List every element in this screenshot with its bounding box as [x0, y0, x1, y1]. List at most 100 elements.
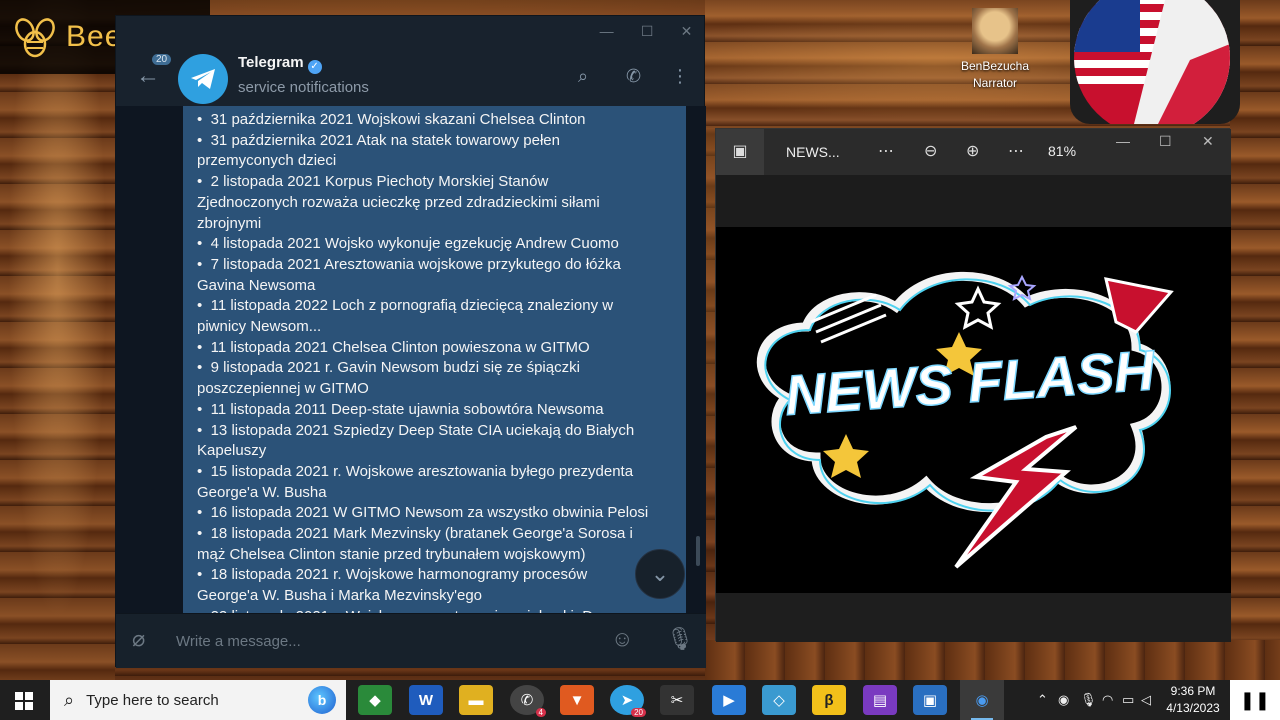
taskbar-snipping-icon[interactable]: ✂ [660, 685, 694, 715]
taskbar-clock[interactable]: 9:36 PM 4/13/2023 [1160, 683, 1226, 717]
news-flash-graphic: NEWS FLASH [756, 271, 1174, 569]
maximize-icon[interactable]: ☐ [1159, 133, 1172, 150]
zoom-out-icon[interactable]: ⊖ [924, 141, 937, 161]
telegram-plane-icon [191, 69, 215, 89]
search-placeholder: Type here to search [86, 691, 219, 709]
verified-icon: ✓ [307, 60, 322, 74]
microphone-icon[interactable]: 🎙 [666, 626, 694, 652]
taskbar: ⌕ Type here to search b ◆ W ▬ ✆ 4 ▼ ➤ 20 ✂… [0, 680, 1280, 720]
taskbar-app-green-icon[interactable]: ◆ [358, 685, 392, 715]
chat-scrollbar[interactable] [696, 536, 700, 566]
attach-icon[interactable]: ⌀ [132, 626, 145, 652]
phone-icon[interactable]: ✆ [626, 66, 641, 87]
chat-area[interactable]: • 31 października 2021 Wojskowi skazani … [116, 106, 706, 613]
minimize-icon[interactable]: — [600, 23, 614, 39]
more-options-icon[interactable]: ⋯ [1008, 141, 1024, 161]
display-icon[interactable]: ▭ [1122, 692, 1134, 708]
desktop-icon-narrator[interactable]: BenBezucha Narrator [952, 8, 1038, 92]
message-line: Kapeluszy [197, 442, 267, 460]
photos-app-icon[interactable]: ▣ [716, 129, 764, 175]
microphone-icon[interactable]: 🎙 [1080, 692, 1097, 708]
taskbar-recorder-icon[interactable]: ◉ [960, 680, 1004, 720]
message-line: przemyconych dzieci [197, 152, 337, 170]
message-line: • 31 października 2021 Wojskowi skazani … [197, 111, 586, 128]
taskbar-file-explorer-icon[interactable]: ▬ [459, 685, 493, 715]
show-hidden-icons[interactable]: ⌃ [1037, 692, 1048, 708]
taskbar-search-box[interactable]: ⌕ Type here to search b [50, 680, 346, 720]
search-icon: ⌕ [64, 689, 75, 710]
photos-toolbar: ▣ NEWS... ⋯ ⊖ ⊕ ⋯ 81% — ☐ ✕ [716, 129, 1231, 175]
record-circle-icon: ◉ [975, 692, 989, 709]
message-line: Gavina Newsoma [197, 276, 316, 294]
chevron-down-icon: ⌄ [650, 561, 670, 586]
flag-circle-icon [1074, 0, 1230, 136]
more-horizontal-icon[interactable]: ⋯ [878, 141, 894, 161]
desktop-wallpaper-bottom [705, 640, 1280, 680]
message-line: • 18 listopada 2021 r. Wojskowe harmonog… [197, 566, 588, 584]
message-line: • 18 listopada 2021 Mark Mezvinsky (brat… [197, 525, 633, 543]
chat-header: ← 20 Telegram ✓ service notifications ⌕ ✆… [116, 46, 706, 106]
maximize-icon[interactable]: ☐ [641, 23, 654, 40]
message-input[interactable] [176, 628, 596, 654]
message-line: • 13 listopada 2021 Szpiedzy Deep State … [197, 421, 635, 439]
tray-app-icon[interactable]: ◉ [1058, 692, 1069, 708]
message-line: • 11 listopada 2011 Deep-state ujawnia s… [197, 400, 604, 418]
message-line: Zjednoczonych rozważa ucieczkę przed zdr… [197, 193, 600, 211]
message-line: • 11 listopada 2022 Loch z pornografią d… [197, 297, 614, 315]
telegram-window: — ☐ ✕ ← 20 Telegram ✓ service notificatio… [115, 15, 706, 668]
windows-start-icon[interactable] [0, 680, 48, 720]
message-line: • 31 października 2021 Atak na statek to… [197, 131, 560, 149]
taskbar-media-player-icon[interactable]: ▶ [712, 685, 746, 715]
taskbar-word-icon[interactable]: W [409, 685, 443, 715]
desktop-icon-label-line1: BenBezucha [960, 59, 1030, 73]
close-icon[interactable]: ✕ [681, 23, 693, 40]
wifi-icon[interactable]: ◠ [1102, 692, 1113, 708]
taskbar-photos-icon[interactable]: ▣ [913, 685, 947, 715]
zoom-in-icon[interactable]: ⊕ [966, 141, 979, 161]
message-line: poszczepiennej w GITMO [197, 380, 369, 398]
photos-filmstrip [716, 593, 1231, 642]
scroll-down-button[interactable]: ⌄ [635, 549, 685, 599]
taskbar-video-editor-icon[interactable]: ▤ [863, 685, 897, 715]
message-line: zbrojnymi [197, 214, 262, 232]
minimize-icon[interactable]: — [1116, 133, 1130, 149]
volume-icon[interactable]: ◁ [1141, 692, 1151, 708]
clock-time: 9:36 PM [1170, 684, 1216, 698]
windows-logo-icon [15, 692, 33, 711]
telegram-badge: 20 [631, 708, 646, 717]
message-line: George'a W. Busha i Marka Mezvinsky'ego [197, 587, 483, 605]
message-line: • 11 listopada 2021 Chelsea Clinton powi… [197, 338, 590, 356]
desktop-wallpaper-left [0, 0, 115, 680]
whatsapp-badge: 4 [535, 708, 546, 717]
clock-date: 4/13/2023 [1166, 701, 1220, 715]
zoom-level[interactable]: 81% [1048, 143, 1076, 159]
narrator-thumbnail [972, 8, 1018, 54]
search-icon[interactable]: ⌕ [578, 66, 588, 87]
more-vertical-icon[interactable]: ⋮ [671, 66, 689, 87]
desktop-icon-label-line2: Narrator [972, 76, 1017, 90]
taskbar-brave-icon[interactable]: ▼ [560, 685, 594, 715]
channel-title[interactable]: Telegram ✓ [238, 54, 322, 74]
telegram-window-controls: — ☐ ✕ [586, 16, 706, 46]
message-line: piwnicy Newsom... [197, 318, 322, 336]
taskbar-telegram-icon[interactable]: ➤ 20 [610, 685, 646, 717]
channel-subtitle: service notifications [238, 79, 369, 96]
channel-avatar[interactable] [178, 54, 228, 104]
taskbar-beecut-icon[interactable]: β [812, 685, 846, 715]
message-line: • 9 listopada 2021 r. Gavin Newsom budzi… [197, 359, 580, 377]
message-line: • 7 listopada 2021 Aresztowania wojskowe… [197, 255, 621, 273]
news-flash-image[interactable]: NEWS FLASH [716, 227, 1231, 593]
flag-overlay [1070, 0, 1240, 136]
message-bubble[interactable]: • 31 października 2021 Wojskowi skazani … [183, 106, 686, 613]
close-icon[interactable]: ✕ [1202, 133, 1214, 150]
bee-logo-icon [15, 18, 55, 58]
emoji-icon[interactable]: ☺ [611, 626, 633, 652]
unread-badge: 20 [152, 54, 172, 65]
pause-icon[interactable]: ❚❚ [1230, 680, 1280, 720]
back-arrow-icon[interactable]: ← [136, 62, 166, 90]
taskbar-app-blue-icon[interactable]: ◇ [762, 685, 796, 715]
message-line: • 2 listopada 2021 Korpus Piechoty Morsk… [197, 173, 549, 191]
message-line: • 16 listopada 2021 W GITMO Newsom za ws… [197, 504, 649, 522]
taskbar-whatsapp-icon[interactable]: ✆ 4 [510, 685, 546, 717]
bing-icon[interactable]: b [308, 686, 336, 714]
